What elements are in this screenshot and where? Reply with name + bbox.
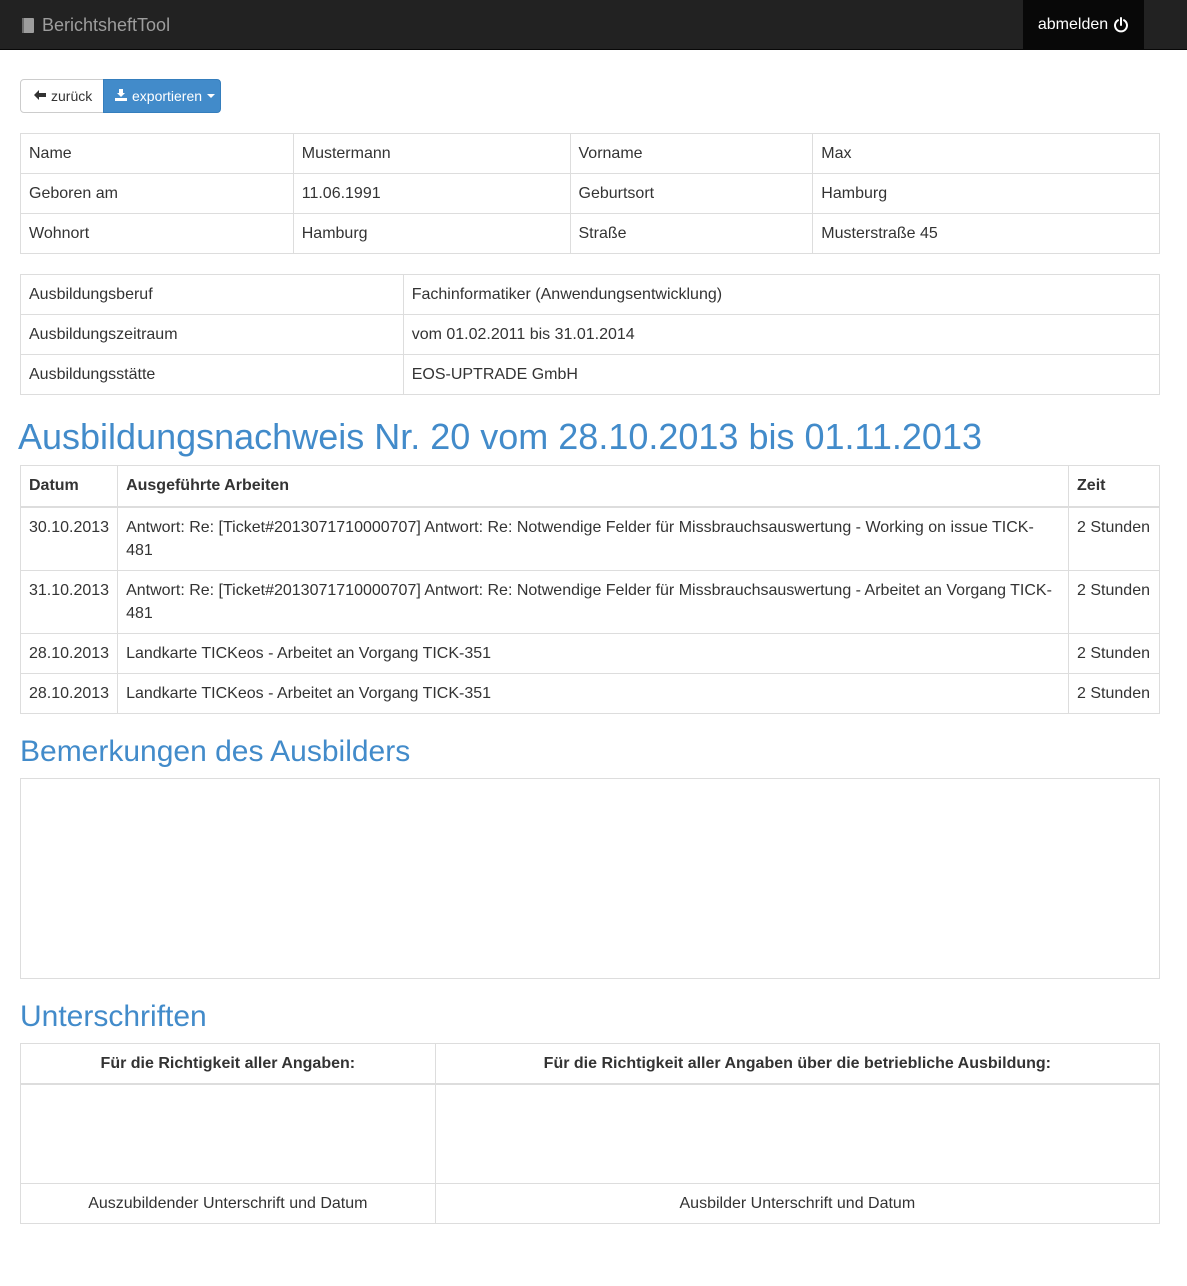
main-content: zurück exportieren Name Mustermann Vorna… (18, 79, 1161, 1224)
occupation-label: Ausbildungsberuf (20, 274, 404, 315)
row-date: 31.10.2013 (19, 569, 119, 634)
caret-down-icon (207, 94, 216, 98)
arrow-left-icon (33, 88, 47, 104)
personal-data-table: Name Mustermann Vorname Max Geboren am 1… (20, 133, 1160, 254)
book-icon (20, 17, 36, 34)
street-label: Straße (569, 213, 814, 254)
row-work: Antwort: Re: [Ticket#2013071710000707] A… (117, 569, 1070, 634)
column-header-time: Zeit (1068, 465, 1160, 508)
remarks-box (20, 777, 1160, 979)
row-date: 28.10.2013 (19, 672, 119, 714)
period-value: vom 01.02.2011 bis 31.01.2014 (402, 314, 1161, 355)
remarks-title: Bemerkungen des Ausbilders (20, 734, 411, 768)
occupation-value: Fachinformatiker (Anwendungsentwicklung) (402, 274, 1161, 315)
table-row: Ausbildungsberuf Fachinformatiker (Anwen… (20, 274, 1161, 315)
street-value: Musterstraße 45 (812, 213, 1160, 254)
training-data-table: Ausbildungsberuf Fachinformatiker (Anwen… (20, 274, 1161, 395)
table-row: Wohnort Hamburg Straße Musterstraße 45 (20, 213, 1160, 254)
table-row: 31.10.2013 Antwort: Re: [Ticket#20130717… (19, 569, 1160, 634)
row-work: Landkarte TICKeos - Arbeitet an Vorgang … (117, 632, 1070, 674)
column-header-date: Datum (19, 465, 119, 508)
row-time: 2 Stunden (1068, 672, 1160, 714)
row-time: 2 Stunden (1068, 506, 1160, 571)
export-icon (114, 88, 128, 105)
table-row: 28.10.2013 Landkarte TICKeos - Arbeitet … (19, 632, 1160, 674)
firstname-label: Vorname (569, 133, 814, 174)
table-row: Ausbildungszeitraum vom 01.02.2011 bis 3… (20, 314, 1161, 355)
table-row: 28.10.2013 Landkarte TICKeos - Arbeitet … (19, 672, 1160, 714)
birthplace-value: Hamburg (812, 173, 1160, 214)
row-time: 2 Stunden (1068, 632, 1160, 674)
born-value: 11.06.1991 (292, 173, 571, 214)
logout-button[interactable]: abmelden (1023, 0, 1144, 49)
period-label: Ausbildungszeitraum (20, 314, 404, 355)
table-header-row: Für die Richtigkeit aller Angaben: Für d… (20, 1042, 1161, 1085)
export-button[interactable]: exportieren (103, 79, 221, 113)
signature-caption-trainer: Ausbilder Unterschrift und Datum (434, 1182, 1161, 1224)
toolbar: zurück exportieren (20, 79, 1160, 113)
signature-space-trainee (20, 1083, 436, 1184)
signature-header-trainee: Für die Richtigkeit aller Angaben: (20, 1042, 436, 1085)
firstname-value: Max (812, 133, 1160, 174)
table-row: Auszubildender Unterschrift und Datum Au… (20, 1182, 1161, 1224)
logout-label: abmelden (1037, 15, 1109, 33)
signature-space-trainer (434, 1083, 1161, 1184)
row-date: 28.10.2013 (19, 632, 119, 674)
back-label: zurück (51, 88, 93, 104)
name-value: Mustermann (292, 133, 571, 174)
signatures-table: Für die Richtigkeit aller Angaben: Für d… (20, 1042, 1161, 1224)
residence-label: Wohnort (20, 213, 294, 254)
table-row: 30.10.2013 Antwort: Re: [Ticket#20130717… (19, 506, 1160, 571)
navbar: BerichtsheftTool abmelden (0, 0, 1187, 50)
row-date: 30.10.2013 (19, 506, 119, 571)
table-row: Geboren am 11.06.1991 Geburtsort Hamburg (20, 173, 1160, 214)
brand-label: BerichtsheftTool (42, 14, 171, 35)
residence-value: Hamburg (292, 213, 571, 254)
table-row: Ausbildungsstätte EOS-UPTRADE GmbH (20, 354, 1161, 395)
signature-header-trainer: Für die Richtigkeit aller Angaben über d… (434, 1042, 1161, 1085)
row-work: Landkarte TICKeos - Arbeitet an Vorgang … (117, 672, 1070, 714)
column-header-work: Ausgeführte Arbeiten (117, 465, 1070, 508)
table-row: Name Mustermann Vorname Max (20, 133, 1160, 174)
name-label: Name (20, 133, 294, 174)
born-label: Geboren am (20, 173, 294, 214)
brand[interactable]: BerichtsheftTool (20, 0, 170, 50)
power-icon (1113, 16, 1129, 33)
company-value: EOS-UPTRADE GmbH (402, 354, 1161, 395)
export-label: exportieren (132, 88, 203, 104)
signatures-title: Unterschriften (20, 999, 207, 1033)
page-title: Ausbildungsnachweis Nr. 20 vom 28.10.201… (18, 416, 982, 457)
table-row (20, 1083, 1161, 1184)
signature-caption-trainee: Auszubildender Unterschrift und Datum (20, 1182, 436, 1224)
row-time: 2 Stunden (1068, 569, 1160, 634)
row-work: Antwort: Re: [Ticket#2013071710000707] A… (117, 506, 1070, 571)
birthplace-label: Geburtsort (569, 173, 814, 214)
company-label: Ausbildungsstätte (20, 354, 404, 395)
back-button[interactable]: zurück (20, 79, 104, 113)
work-log-table: Datum Ausgeführte Arbeiten Zeit 30.10.20… (19, 465, 1160, 714)
table-header-row: Datum Ausgeführte Arbeiten Zeit (19, 465, 1160, 508)
